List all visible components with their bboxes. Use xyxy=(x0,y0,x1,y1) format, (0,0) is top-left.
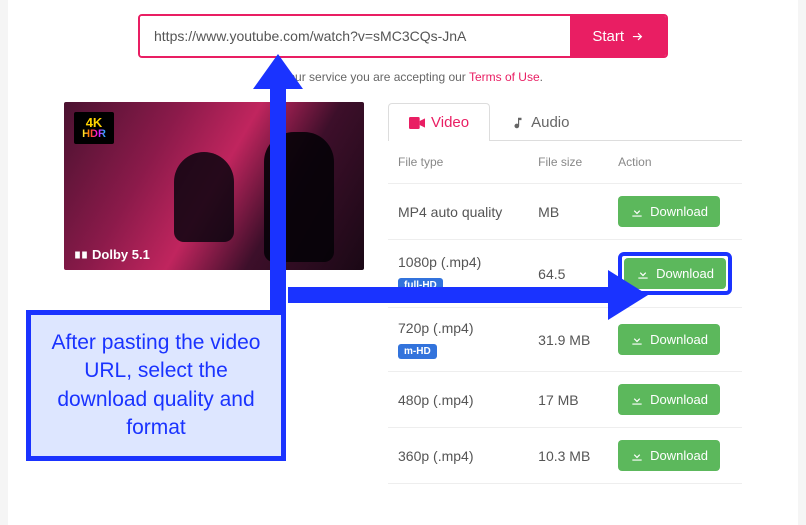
filetype-label: 1080p (.mp4) xyxy=(398,254,481,270)
filetype-label: 720p (.mp4) xyxy=(398,320,473,336)
filesize-value: 64.5 xyxy=(528,240,608,308)
tabs: Video Audio xyxy=(388,102,742,141)
dolby-text: Dolby 5.1 xyxy=(92,247,150,262)
url-bar: Start xyxy=(138,14,668,58)
download-icon xyxy=(630,449,644,463)
filesize-value: 10.3 MB xyxy=(528,428,608,484)
badge-hdr: HDR xyxy=(82,129,106,140)
download-button[interactable]: Download xyxy=(618,440,720,471)
filetype-label: 360p (.mp4) xyxy=(398,448,473,464)
download-label: Download xyxy=(650,392,708,407)
formats-table: File type File size Action MP4 auto qual… xyxy=(388,141,742,484)
download-label: Download xyxy=(650,448,708,463)
video-thumbnail: 4K HDR Dolby 5.1 xyxy=(64,102,364,270)
table-row: 1080p (.mp4) full-HD 64.5 Download xyxy=(388,240,742,308)
table-row: 480p (.mp4) 17 MB Download xyxy=(388,372,742,428)
filesize-value: MB xyxy=(528,184,608,240)
download-label: Download xyxy=(656,266,714,281)
download-icon xyxy=(630,333,644,347)
download-button[interactable]: Download xyxy=(618,196,720,227)
start-button[interactable]: Start xyxy=(570,16,666,56)
instruction-callout: After pasting the video URL, select the … xyxy=(26,310,286,461)
download-button[interactable]: Download xyxy=(624,258,726,289)
table-row: 360p (.mp4) 10.3 MB Download xyxy=(388,428,742,484)
download-label: Download xyxy=(650,204,708,219)
quality-badge: full-HD xyxy=(398,278,443,293)
terms-link[interactable]: Terms of Use xyxy=(469,70,540,84)
dolby-badge: Dolby 5.1 xyxy=(74,247,150,262)
quality-badge: m-HD xyxy=(398,344,437,359)
download-highlight: Download xyxy=(618,252,732,295)
url-input[interactable] xyxy=(140,16,570,56)
download-label: Download xyxy=(650,332,708,347)
col-action: Action xyxy=(608,141,742,184)
terms-prefix: sing our service you are accepting our xyxy=(263,70,469,84)
tab-video-label: Video xyxy=(431,114,469,131)
filesize-value: 17 MB xyxy=(528,372,608,428)
filesize-value: 31.9 MB xyxy=(528,308,608,372)
tab-audio-label: Audio xyxy=(531,114,569,131)
audio-icon xyxy=(511,116,525,130)
download-button[interactable]: Download xyxy=(618,324,720,355)
hdr-badge: 4K HDR xyxy=(74,112,114,144)
download-button[interactable]: Download xyxy=(618,384,720,415)
terms-text: sing our service you are accepting our T… xyxy=(8,70,798,84)
arrow-right-icon xyxy=(630,29,644,43)
tab-audio[interactable]: Audio xyxy=(490,103,590,141)
col-filetype: File type xyxy=(388,141,528,184)
download-icon xyxy=(630,205,644,219)
filetype-label: MP4 auto quality xyxy=(398,204,502,220)
download-icon xyxy=(630,393,644,407)
start-label: Start xyxy=(592,28,624,45)
filetype-label: 480p (.mp4) xyxy=(398,392,473,408)
table-row: MP4 auto quality MB Download xyxy=(388,184,742,240)
video-icon xyxy=(409,117,425,129)
tab-video[interactable]: Video xyxy=(388,103,490,141)
table-row: 720p (.mp4) m-HD 31.9 MB Download xyxy=(388,308,742,372)
col-filesize: File size xyxy=(528,141,608,184)
dolby-icon xyxy=(74,248,88,262)
download-icon xyxy=(636,267,650,281)
